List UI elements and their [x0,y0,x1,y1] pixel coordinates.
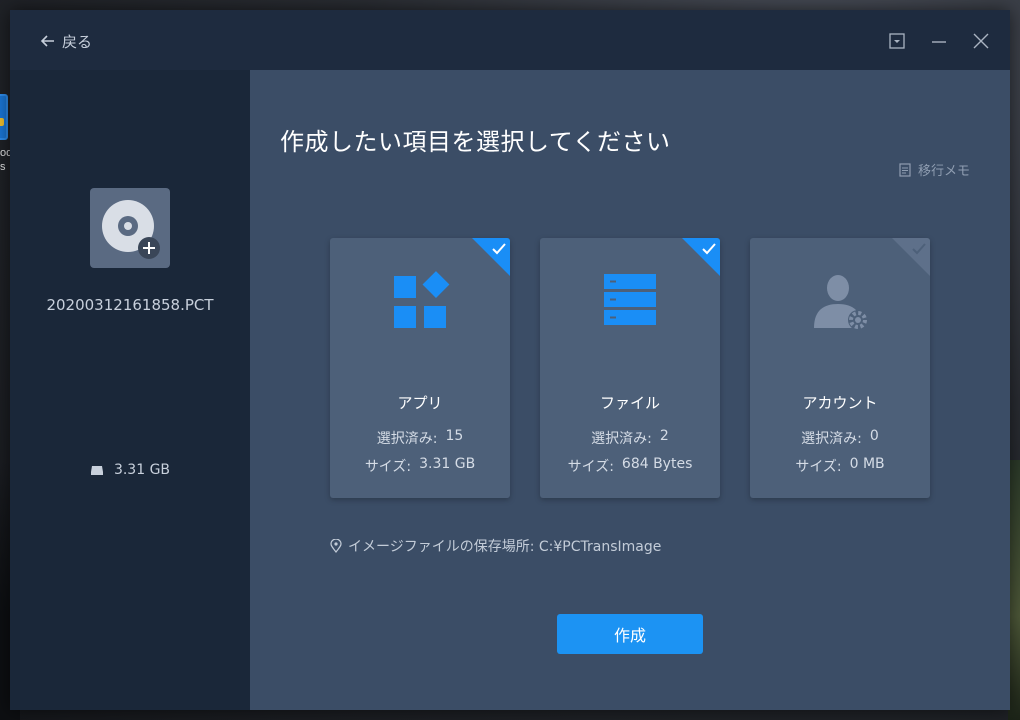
arrow-left-icon [40,35,54,47]
migration-memo-label: 移行メモ [917,164,970,179]
page-title: 作成したい項目を選択してください [280,128,671,156]
card-files[interactable]: ファイル 選択済み: 2 サイズ: 684 Bytes [540,238,720,498]
migration-memo-link[interactable]: 移行メモ [898,160,970,179]
size-value: 0 MB [849,456,885,472]
image-file-name: 20200312161858.PCT [46,296,214,314]
size-label: サイズ: [567,459,614,475]
title-bar: 戻る [10,10,1010,70]
checkmark-icon [702,243,716,255]
card-label: アカウント [802,394,878,412]
save-location-text: イメージファイルの保存場所: C:¥PCTransImage [348,539,662,555]
account-icon [814,275,868,330]
card-label: ファイル [599,394,660,412]
selected-count: 2 [659,428,669,444]
files-icon [604,274,656,325]
card-label: アプリ [397,394,443,412]
size-label: サイズ: [364,459,412,475]
apps-icon [394,271,450,328]
save-location: イメージファイルの保存場所: C:¥PCTransImage [330,536,661,556]
drive-icon [90,466,103,475]
card-apps[interactable]: アプリ 選択済み: 15 サイズ: 3.31 GB [330,238,510,498]
back-label: 戻る [62,32,93,51]
image-size-value: 3.31 GB [113,462,171,478]
size-row: サイズ: 3.31 GB [330,456,510,476]
selected-count-row: 選択済み: 2 [540,428,720,448]
selected-label: 選択済み: [591,431,652,447]
location-pin-icon [330,539,342,553]
desktop-app-icon[interactable] [0,94,8,140]
selected-label: 選択済み: [376,431,438,447]
selected-label: 選択済み: [801,431,862,447]
selected-count: 0 [869,428,879,444]
card-account[interactable]: アカウント 選択済み: 0 サイズ: 0 MB [750,238,930,498]
back-button[interactable]: 戻る [40,30,92,52]
close-button[interactable] [970,30,992,52]
image-size: 3.31 GB [10,462,250,478]
checkmark-icon [492,243,506,255]
size-row: サイズ: 684 Bytes [540,456,720,476]
create-button[interactable]: 作成 [557,614,703,654]
disk-image-icon [90,188,170,268]
close-icon [973,33,989,49]
selected-count-row: 選択済み: 0 [750,428,930,448]
size-label: サイズ: [795,459,842,475]
minimize-button[interactable] [928,30,950,52]
menu-dropdown-button[interactable] [886,30,908,52]
checkmark-icon [912,243,926,255]
size-value: 684 Bytes [621,456,693,472]
app-window: 戻る 20200312161858.PCT 3.31 GB 作成したい項目を選択… [10,10,1010,710]
size-value: 3.31 GB [419,456,476,472]
memo-icon [899,162,911,177]
selected-count: 15 [445,428,464,444]
main-panel: 作成したい項目を選択してください 移行メモ アプリ 選択済み: 15 サイズ: … [250,70,1010,710]
size-row: サイズ: 0 MB [750,456,930,476]
selected-count-row: 選択済み: 15 [330,428,510,448]
sidebar: 20200312161858.PCT 3.31 GB [10,70,250,710]
minimize-icon [932,41,946,43]
dropdown-box-icon [889,33,905,49]
